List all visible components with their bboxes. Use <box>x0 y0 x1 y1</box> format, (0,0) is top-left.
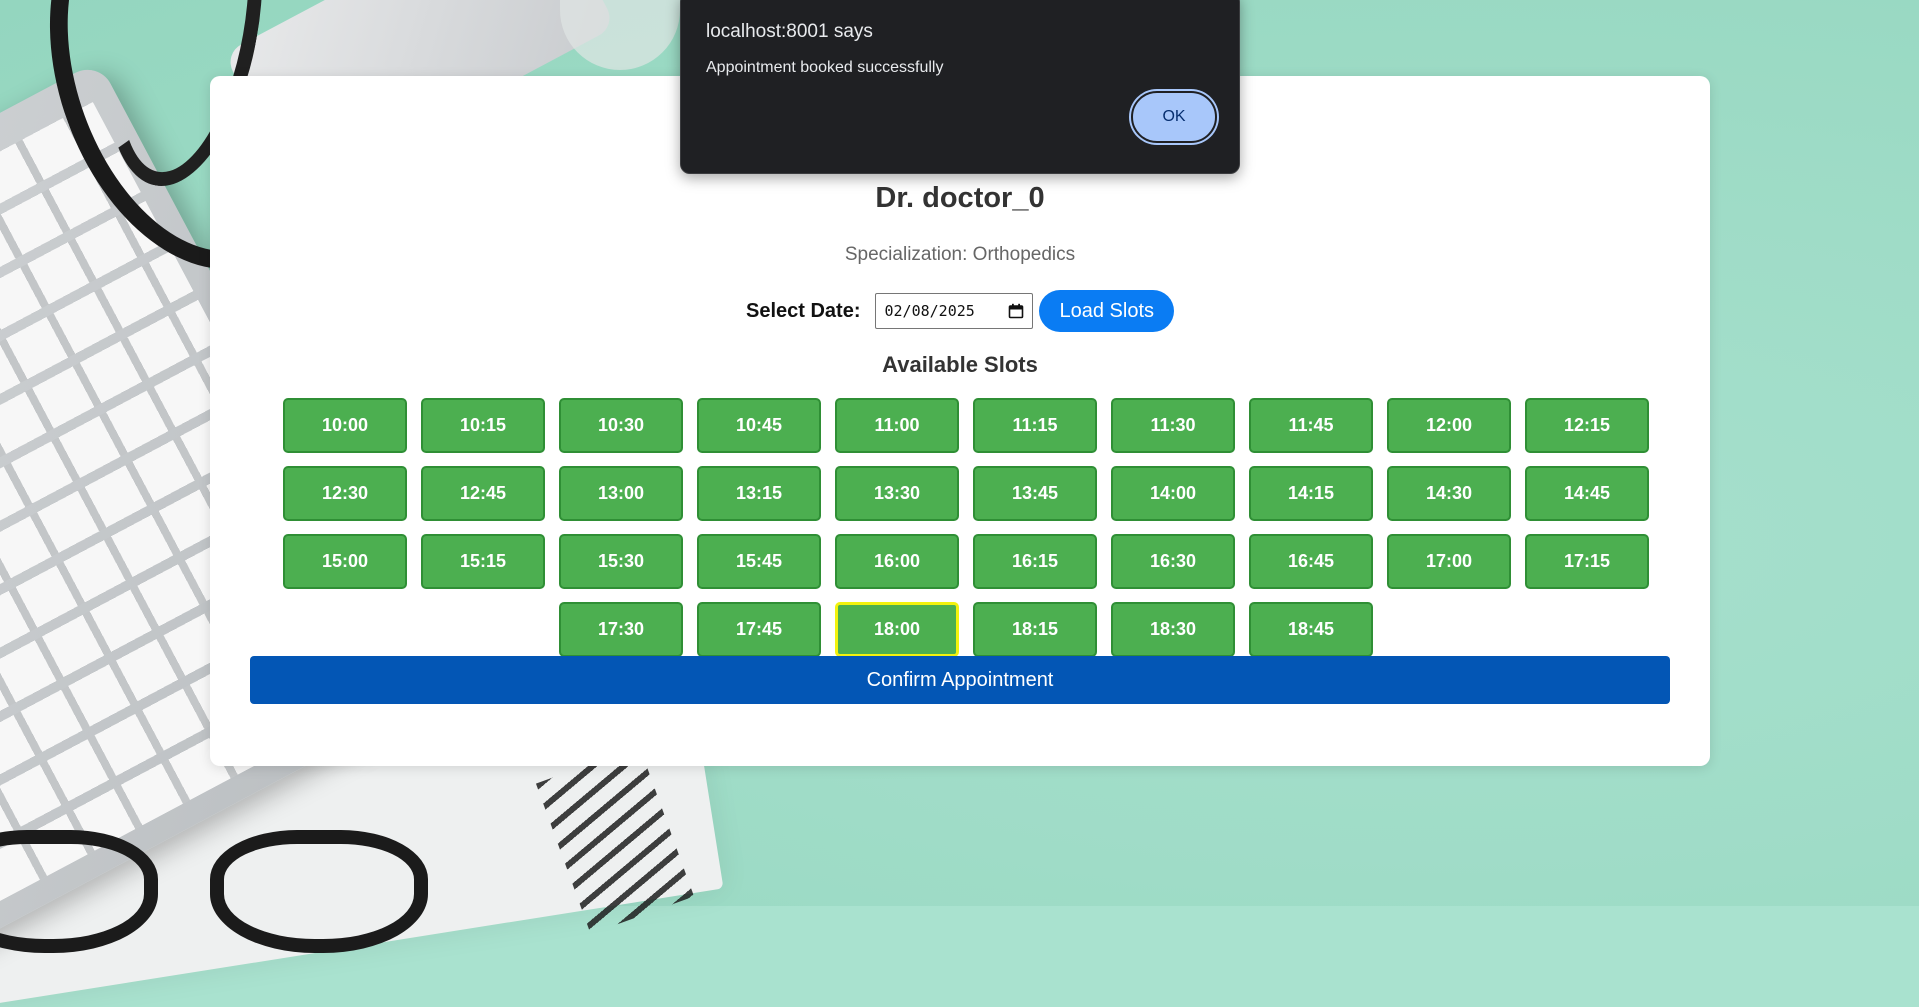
glasses-decoration <box>0 830 430 953</box>
date-input-value: 02/08/2025 <box>884 302 975 320</box>
slot-button[interactable]: 13:15 <box>697 466 821 521</box>
slot-button[interactable]: 15:15 <box>421 534 545 589</box>
alert-title: localhost:8001 says <box>706 21 873 42</box>
available-slots-title: Available Slots <box>882 352 1038 377</box>
confirm-appointment-button[interactable]: Confirm Appointment <box>250 656 1670 704</box>
slot-button[interactable]: 17:00 <box>1387 534 1511 589</box>
doctor-name: Dr. doctor_0 <box>875 182 1045 214</box>
slot-button[interactable]: 16:00 <box>835 534 959 589</box>
date-selector-row: Select Date: 02/08/2025 Load Slots <box>210 290 1710 332</box>
slot-button[interactable]: 14:30 <box>1387 466 1511 521</box>
slot-button[interactable]: 18:15 <box>973 602 1097 657</box>
slot-button[interactable]: 10:45 <box>697 398 821 453</box>
booking-card: Dr. doctor_0 Specialization: Orthopedics… <box>210 76 1710 766</box>
slot-button[interactable]: 16:45 <box>1249 534 1373 589</box>
slot-button[interactable]: 11:45 <box>1249 398 1373 453</box>
slot-button[interactable]: 10:00 <box>283 398 407 453</box>
slot-button[interactable]: 14:00 <box>1111 466 1235 521</box>
specialization-value: Orthopedics <box>972 244 1076 265</box>
slot-button[interactable]: 15:30 <box>559 534 683 589</box>
slot-button[interactable]: 11:30 <box>1111 398 1235 453</box>
slot-button[interactable]: 17:15 <box>1525 534 1649 589</box>
slot-button[interactable]: 12:15 <box>1525 398 1649 453</box>
slot-button[interactable]: 17:45 <box>697 602 821 657</box>
select-date-label: Select Date: <box>745 299 861 322</box>
slot-button[interactable]: 18:30 <box>1111 602 1235 657</box>
slot-button[interactable]: 12:00 <box>1387 398 1511 453</box>
slot-button[interactable]: 11:15 <box>973 398 1097 453</box>
calendar-icon[interactable] <box>1008 303 1024 319</box>
slot-button[interactable]: 15:00 <box>283 534 407 589</box>
specialization-label: Specialization: <box>844 244 973 265</box>
glasses-lens-left <box>0 830 158 953</box>
slot-button[interactable]: 18:45 <box>1249 602 1373 657</box>
slot-button[interactable]: 15:45 <box>697 534 821 589</box>
alert-ok-button[interactable]: OK <box>1131 91 1217 143</box>
slot-button[interactable]: 10:15 <box>421 398 545 453</box>
slot-button[interactable]: 12:45 <box>421 466 545 521</box>
alert-message: Appointment booked successfully <box>706 59 944 76</box>
doctor-specialization: Specialization: Orthopedics <box>210 244 1710 266</box>
slot-button[interactable]: 14:15 <box>1249 466 1373 521</box>
slot-button[interactable]: 12:30 <box>283 466 407 521</box>
slot-button-selected[interactable]: 18:00 <box>835 602 959 657</box>
slot-button[interactable]: 16:15 <box>973 534 1097 589</box>
slot-button[interactable]: 13:00 <box>559 466 683 521</box>
slot-button[interactable]: 10:30 <box>559 398 683 453</box>
alert-dialog: localhost:8001 says Appointment booked s… <box>680 0 1240 174</box>
slots-grid: 10:00 10:15 10:30 10:45 11:00 11:15 11:30 11:45… <box>278 398 1654 657</box>
slot-button[interactable]: 13:45 <box>973 466 1097 521</box>
slot-button[interactable]: 11:00 <box>835 398 959 453</box>
slot-button[interactable]: 14:45 <box>1525 466 1649 521</box>
slot-button[interactable]: 17:30 <box>559 602 683 657</box>
slot-button[interactable]: 16:30 <box>1111 534 1235 589</box>
slot-button[interactable]: 13:30 <box>835 466 959 521</box>
date-input[interactable]: 02/08/2025 <box>875 293 1034 329</box>
load-slots-button[interactable]: Load Slots <box>1039 290 1174 332</box>
glasses-lens-right <box>210 830 428 953</box>
